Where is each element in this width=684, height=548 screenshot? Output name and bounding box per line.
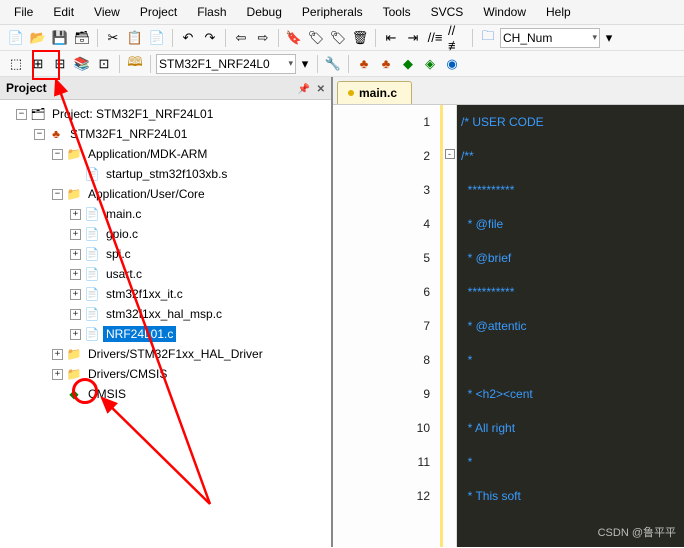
- save-all-icon[interactable]: 🗃: [72, 28, 92, 48]
- tree-group-mdkarm[interactable]: −📁Application/MDK-ARM: [0, 144, 331, 164]
- target-combo[interactable]: STM32F1_NRF24L0: [156, 54, 296, 74]
- tree-group-haldrv[interactable]: +📁Drivers/STM32F1xx_HAL_Driver: [0, 344, 331, 364]
- project-panel-header: Project 📌 ✕: [0, 77, 331, 100]
- pack-inst-icon[interactable]: ◈: [420, 54, 440, 74]
- mng-env-icon[interactable]: ◆: [398, 54, 418, 74]
- project-panel: Project 📌 ✕ −🗂Project: STM32F1_NRF24L01 …: [0, 77, 333, 547]
- batch-build-icon[interactable]: 📚: [72, 54, 92, 74]
- bookmark-clear-icon[interactable]: 🗑: [350, 28, 370, 48]
- close-panel-icon[interactable]: ✕: [317, 84, 325, 95]
- new-file-icon[interactable]: 📄: [6, 28, 26, 48]
- rebuild-icon[interactable]: ⊟: [50, 54, 70, 74]
- indent-right-icon[interactable]: ⇥: [403, 28, 423, 48]
- tree-file-it[interactable]: +📄stm32f1xx_it.c: [0, 284, 331, 304]
- manage-books-icon[interactable]: ♣: [354, 54, 374, 74]
- find-icon[interactable]: 🗀: [478, 28, 498, 48]
- cut-icon[interactable]: ✂: [103, 28, 123, 48]
- code-lines: /* USER CODE /** ********** * @file * @b…: [457, 105, 684, 547]
- build-icon[interactable]: ⊞: [28, 54, 48, 74]
- open-file-icon[interactable]: 📂: [28, 28, 48, 48]
- save-icon[interactable]: 💾: [50, 28, 70, 48]
- uncomment-icon[interactable]: //≢: [447, 28, 467, 48]
- build-toolbar: ⬚ ⊞ ⊟ 📚 ⊡ 🕮 STM32F1_NRF24L0 ▾ 🔧 ♣ ♣ ◆ ◈ …: [0, 51, 684, 77]
- menu-tools[interactable]: Tools: [373, 2, 421, 22]
- tree-file-spi[interactable]: +📄spi.c: [0, 244, 331, 264]
- tree-root[interactable]: −🗂Project: STM32F1_NRF24L01: [0, 104, 331, 124]
- redo-icon[interactable]: ↷: [200, 28, 220, 48]
- nav-back-icon[interactable]: ⇦: [231, 28, 251, 48]
- code-editor[interactable]: 123456 789101112 - /* USER CODE /** ****…: [333, 105, 684, 547]
- nav-fwd-icon[interactable]: ⇨: [253, 28, 273, 48]
- tree-file-nrf[interactable]: +📄NRF24L01.c: [0, 324, 331, 344]
- line-gutter: 123456 789101112: [333, 105, 443, 547]
- tree-group-cmsis[interactable]: +◆CMSIS: [0, 384, 331, 404]
- menu-svcs[interactable]: SVCS: [421, 2, 474, 22]
- combo-drop-icon[interactable]: ▾: [602, 28, 616, 48]
- target-name: STM32F1_NRF24L0: [159, 57, 270, 71]
- comment-icon[interactable]: //≡: [425, 28, 445, 48]
- find-combo-text: CH_Num: [503, 31, 552, 45]
- menu-peripherals[interactable]: Peripherals: [292, 2, 373, 22]
- project-panel-title: Project: [6, 81, 47, 95]
- bookmark-next-icon[interactable]: 🏷: [328, 28, 348, 48]
- fold-marker-icon[interactable]: -: [445, 149, 455, 159]
- download-icon[interactable]: 🕮: [125, 54, 145, 74]
- bookmark-prev-icon[interactable]: 🏷: [306, 28, 326, 48]
- tree-file-usart[interactable]: +📄usart.c: [0, 264, 331, 284]
- translate-icon[interactable]: ⬚: [6, 54, 26, 74]
- menu-edit[interactable]: Edit: [43, 2, 84, 22]
- debug-icon[interactable]: ◉: [442, 54, 462, 74]
- indent-left-icon[interactable]: ⇤: [381, 28, 401, 48]
- modified-dot-icon: [348, 90, 354, 96]
- options-icon[interactable]: 🔧: [323, 54, 343, 74]
- file-tab-label: main.c: [359, 86, 397, 100]
- tree-file-gpio[interactable]: +📄gpio.c: [0, 224, 331, 244]
- tree-file-startup[interactable]: +📄startup_stm32f103xb.s: [0, 164, 331, 184]
- menu-flash[interactable]: Flash: [187, 2, 236, 22]
- tree-file-main[interactable]: +📄main.c: [0, 204, 331, 224]
- menu-view[interactable]: View: [84, 2, 130, 22]
- paste-icon[interactable]: 📄: [147, 28, 167, 48]
- tree-file-halmsp[interactable]: +📄stm32f1xx_hal_msp.c: [0, 304, 331, 324]
- copy-icon[interactable]: 📋: [125, 28, 145, 48]
- tree-group-usercore[interactable]: −📁Application/User/Core: [0, 184, 331, 204]
- editor-area: main.c 123456 789101112 - /* USER CODE /…: [333, 77, 684, 547]
- find-combo[interactable]: CH_Num: [500, 28, 600, 48]
- main-toolbar: 📄 📂 💾 🗃 ✂ 📋 📄 ↶ ↷ ⇦ ⇨ 🔖 🏷 🏷 🗑 ⇤ ⇥ //≡ //…: [0, 25, 684, 51]
- file-tab-main[interactable]: main.c: [337, 81, 412, 104]
- menu-debug[interactable]: Debug: [237, 2, 292, 22]
- fold-bar[interactable]: -: [443, 105, 457, 547]
- menu-file[interactable]: File: [4, 2, 43, 22]
- menu-help[interactable]: Help: [536, 2, 581, 22]
- menu-window[interactable]: Window: [473, 2, 536, 22]
- editor-tab-strip: main.c: [333, 77, 684, 105]
- tree-group-cmsisdrv[interactable]: +📁Drivers/CMSIS: [0, 364, 331, 384]
- stop-build-icon[interactable]: ⊡: [94, 54, 114, 74]
- file-ext-icon[interactable]: ♣: [376, 54, 396, 74]
- bookmark-icon[interactable]: 🔖: [284, 28, 304, 48]
- menu-bar: FileEditViewProjectFlashDebugPeripherals…: [0, 0, 684, 25]
- undo-icon[interactable]: ↶: [178, 28, 198, 48]
- pin-icon[interactable]: 📌: [298, 84, 310, 95]
- menu-project[interactable]: Project: [130, 2, 187, 22]
- tree-target[interactable]: −♣STM32F1_NRF24L01: [0, 124, 331, 144]
- target-drop-icon[interactable]: ▾: [298, 54, 312, 74]
- project-tree[interactable]: −🗂Project: STM32F1_NRF24L01 −♣STM32F1_NR…: [0, 100, 331, 547]
